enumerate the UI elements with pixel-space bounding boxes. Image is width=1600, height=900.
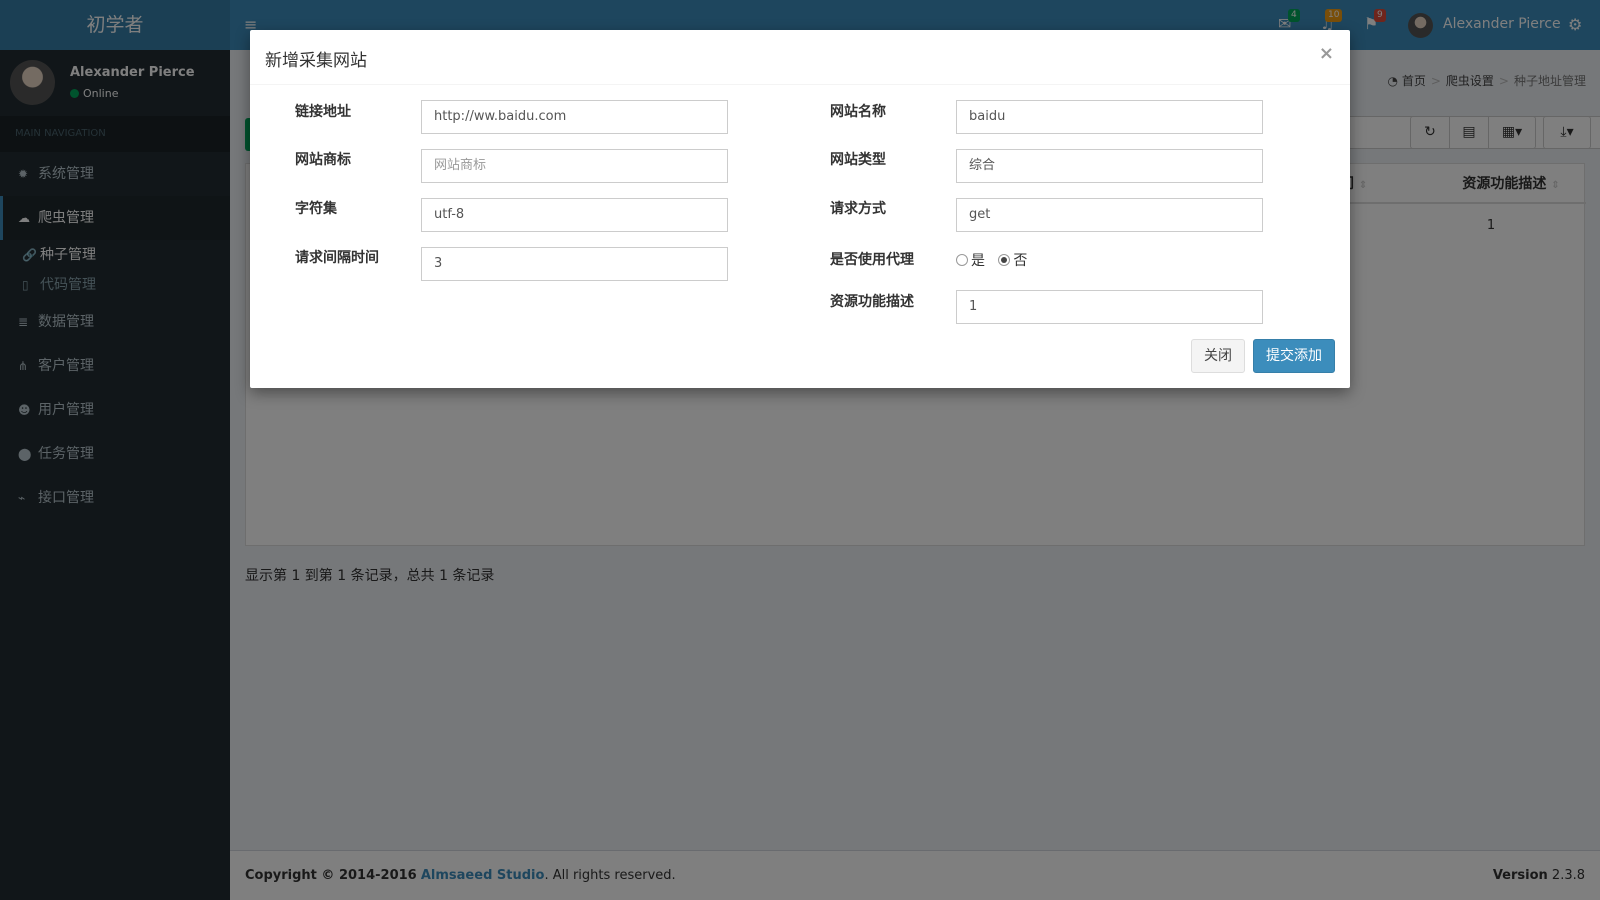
site-type-input[interactable]: 综合	[956, 149, 1263, 183]
description-input[interactable]: 1	[956, 290, 1263, 324]
site-type-label: 网站类型	[830, 152, 886, 168]
site-logo-label: 网站商标	[295, 152, 351, 168]
charset-input[interactable]: utf-8	[421, 198, 728, 232]
url-input[interactable]: http://ww.baidu.com	[421, 100, 728, 134]
site-name-label: 网站名称	[830, 104, 886, 120]
proxy-no-radio[interactable]	[998, 254, 1011, 266]
add-site-modal: 新增采集网站 × 链接地址 http://ww.baidu.com 网站商标 网…	[250, 30, 1350, 388]
interval-label: 请求间隔时间	[295, 250, 379, 266]
close-icon[interactable]: ×	[1319, 43, 1334, 64]
proxy-yes-radio[interactable]	[956, 254, 968, 266]
modal-title: 新增采集网站	[265, 51, 367, 71]
charset-label: 字符集	[295, 201, 337, 217]
close-button[interactable]: 关闭	[1191, 339, 1245, 373]
site-logo-input[interactable]: 网站商标	[421, 149, 728, 183]
url-label: 链接地址	[295, 104, 351, 120]
site-name-input[interactable]: baidu	[956, 100, 1263, 134]
submit-button[interactable]: 提交添加	[1253, 339, 1335, 373]
proxy-yes-label[interactable]: 是	[971, 253, 985, 269]
proxy-radio-group: 是 否	[956, 250, 1027, 270]
interval-input[interactable]: 3	[421, 247, 728, 281]
method-label: 请求方式	[830, 201, 886, 217]
method-input[interactable]: get	[956, 198, 1263, 232]
proxy-no-label[interactable]: 否	[1013, 253, 1027, 269]
description-label: 资源功能描述	[830, 294, 914, 310]
proxy-label: 是否使用代理	[830, 252, 914, 268]
modal-header: 新增采集网站 ×	[250, 30, 1350, 85]
